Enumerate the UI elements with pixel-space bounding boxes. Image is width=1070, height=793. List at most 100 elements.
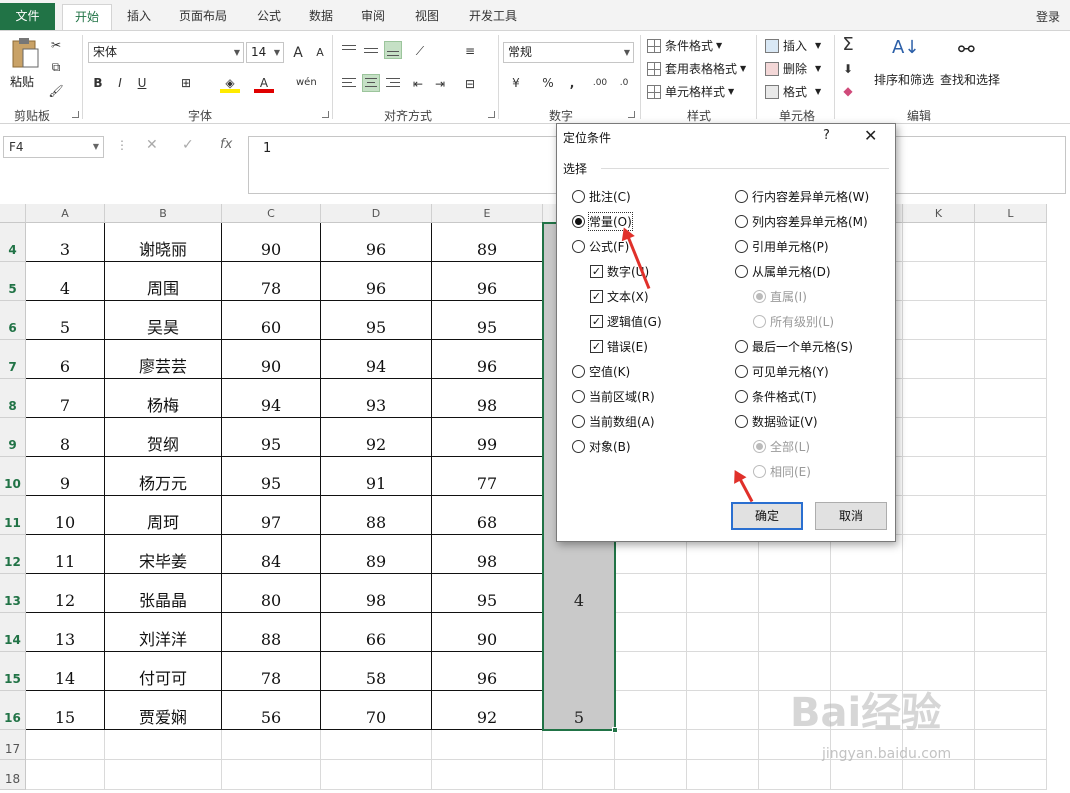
clipboard-launcher[interactable] [72,111,79,118]
alignment-launcher[interactable] [488,111,495,118]
left-option[interactable]: 批注(C) [572,188,631,205]
empty-cell[interactable] [759,613,831,652]
empty-cell[interactable] [321,760,432,790]
row-header[interactable]: 5 [0,262,26,301]
font-size-select[interactable]: 14 ▼ [246,42,284,63]
empty-cell[interactable] [687,574,759,613]
radio-button[interactable] [572,365,585,378]
paste-button[interactable]: 粘贴 [8,37,42,99]
empty-cell[interactable] [432,760,543,790]
table-cell[interactable]: 95 [222,457,321,496]
empty-cell[interactable] [975,496,1047,535]
table-cell[interactable]: 周围 [105,262,222,301]
right-option[interactable]: 最后一个单元格(S) [735,338,853,355]
increase-decimal-button[interactable]: .00 [590,73,610,93]
table-cell[interactable]: 廖芸芸 [105,340,222,379]
empty-cell[interactable] [975,418,1047,457]
row-header[interactable]: 12 [0,535,26,574]
format-cells-button[interactable]: 格式 ▼ [765,83,821,100]
empty-cell[interactable] [903,496,975,535]
help-icon[interactable]: ? [823,128,830,143]
empty-cell[interactable] [831,613,903,652]
phonetic-button[interactable]: wén [296,73,317,93]
table-cell[interactable]: 95 [432,301,543,340]
column-header[interactable]: C [222,204,321,223]
empty-cell[interactable] [615,730,687,760]
ok-button[interactable]: 确定 [731,502,803,530]
align-bottom-icon[interactable] [384,41,402,59]
empty-cell[interactable] [222,760,321,790]
format-as-table-button[interactable]: 套用表格格式 ▼ [647,60,746,77]
tab-developer[interactable]: 开发工具 [460,4,526,30]
table-cell[interactable]: 张晶晶 [105,574,222,613]
empty-cell[interactable] [903,223,975,262]
align-center-icon[interactable] [362,74,380,92]
radio-button[interactable] [735,215,748,228]
font-name-select[interactable]: 宋体 ▼ [88,42,244,63]
left-option[interactable]: ✓ 错误(E) [590,338,648,355]
empty-cell[interactable] [105,730,222,760]
table-cell[interactable]: 周珂 [105,496,222,535]
delete-cells-button[interactable]: 删除 ▼ [765,60,821,77]
align-top-icon[interactable] [340,41,358,59]
decrease-indent-icon[interactable]: ⇤ [408,74,428,94]
empty-cell[interactable] [975,691,1047,730]
table-cell[interactable]: 94 [321,340,432,379]
tab-review[interactable]: 审阅 [352,4,394,30]
accounting-format-icon[interactable]: ¥ [506,73,526,93]
insert-cells-button[interactable]: 插入 ▼ [765,37,821,54]
fill-handle[interactable] [612,727,618,733]
right-option[interactable]: 行内容差异单元格(W) [735,188,869,205]
radio-button[interactable] [572,190,585,203]
right-option[interactable]: 可见单元格(Y) [735,363,829,380]
left-option[interactable]: 对象(B) [572,438,631,455]
table-cell[interactable]: 96 [321,223,432,262]
empty-cell[interactable] [975,457,1047,496]
wrap-text-icon[interactable]: ≡ [460,41,480,61]
radio-button[interactable] [735,415,748,428]
close-icon[interactable]: ✕ [864,126,877,145]
tab-view[interactable]: 视图 [406,4,448,30]
empty-cell[interactable] [975,535,1047,574]
row-header[interactable]: 6 [0,301,26,340]
table-cell[interactable]: 88 [222,613,321,652]
row-header[interactable]: 14 [0,613,26,652]
row-header[interactable]: 18 [0,760,26,790]
empty-cell[interactable] [831,760,903,790]
table-cell[interactable]: 80 [222,574,321,613]
table-cell[interactable]: 11 [26,535,105,574]
left-option[interactable]: ✓ 逻辑值(G) [590,313,662,330]
empty-cell[interactable] [975,760,1047,790]
table-cell[interactable]: 98 [432,535,543,574]
row-header[interactable]: 8 [0,379,26,418]
row-header[interactable]: 15 [0,652,26,691]
table-cell[interactable]: 77 [432,457,543,496]
row-header[interactable]: 17 [0,730,26,760]
empty-cell[interactable] [687,760,759,790]
table-cell[interactable]: 95 [222,418,321,457]
left-option[interactable]: 空值(K) [572,363,630,380]
empty-cell[interactable] [759,760,831,790]
conditional-format-button[interactable]: 条件格式 ▼ [647,37,722,54]
row-header[interactable]: 4 [0,223,26,262]
empty-cell[interactable] [615,691,687,730]
copy-icon[interactable]: ⧉ [46,57,66,77]
align-middle-icon[interactable] [362,41,380,59]
table-cell[interactable]: 贺纲 [105,418,222,457]
empty-cell[interactable] [903,418,975,457]
table-cell[interactable]: 谢晓丽 [105,223,222,262]
text-orientation-icon[interactable]: ⟋ [410,41,430,61]
right-option[interactable]: 条件格式(T) [735,388,817,405]
radio-button[interactable] [572,215,585,228]
empty-cell[interactable] [975,262,1047,301]
table-cell[interactable]: 5 [26,301,105,340]
empty-cell[interactable] [222,730,321,760]
column-header[interactable]: L [975,204,1047,223]
table-cell[interactable]: 吴昊 [105,301,222,340]
enter-icon[interactable]: ✓ [182,137,194,153]
table-cell[interactable]: 90 [432,613,543,652]
radio-button[interactable] [735,240,748,253]
empty-cell[interactable] [975,613,1047,652]
table-cell[interactable]: 93 [321,379,432,418]
table-cell[interactable]: 90 [222,223,321,262]
